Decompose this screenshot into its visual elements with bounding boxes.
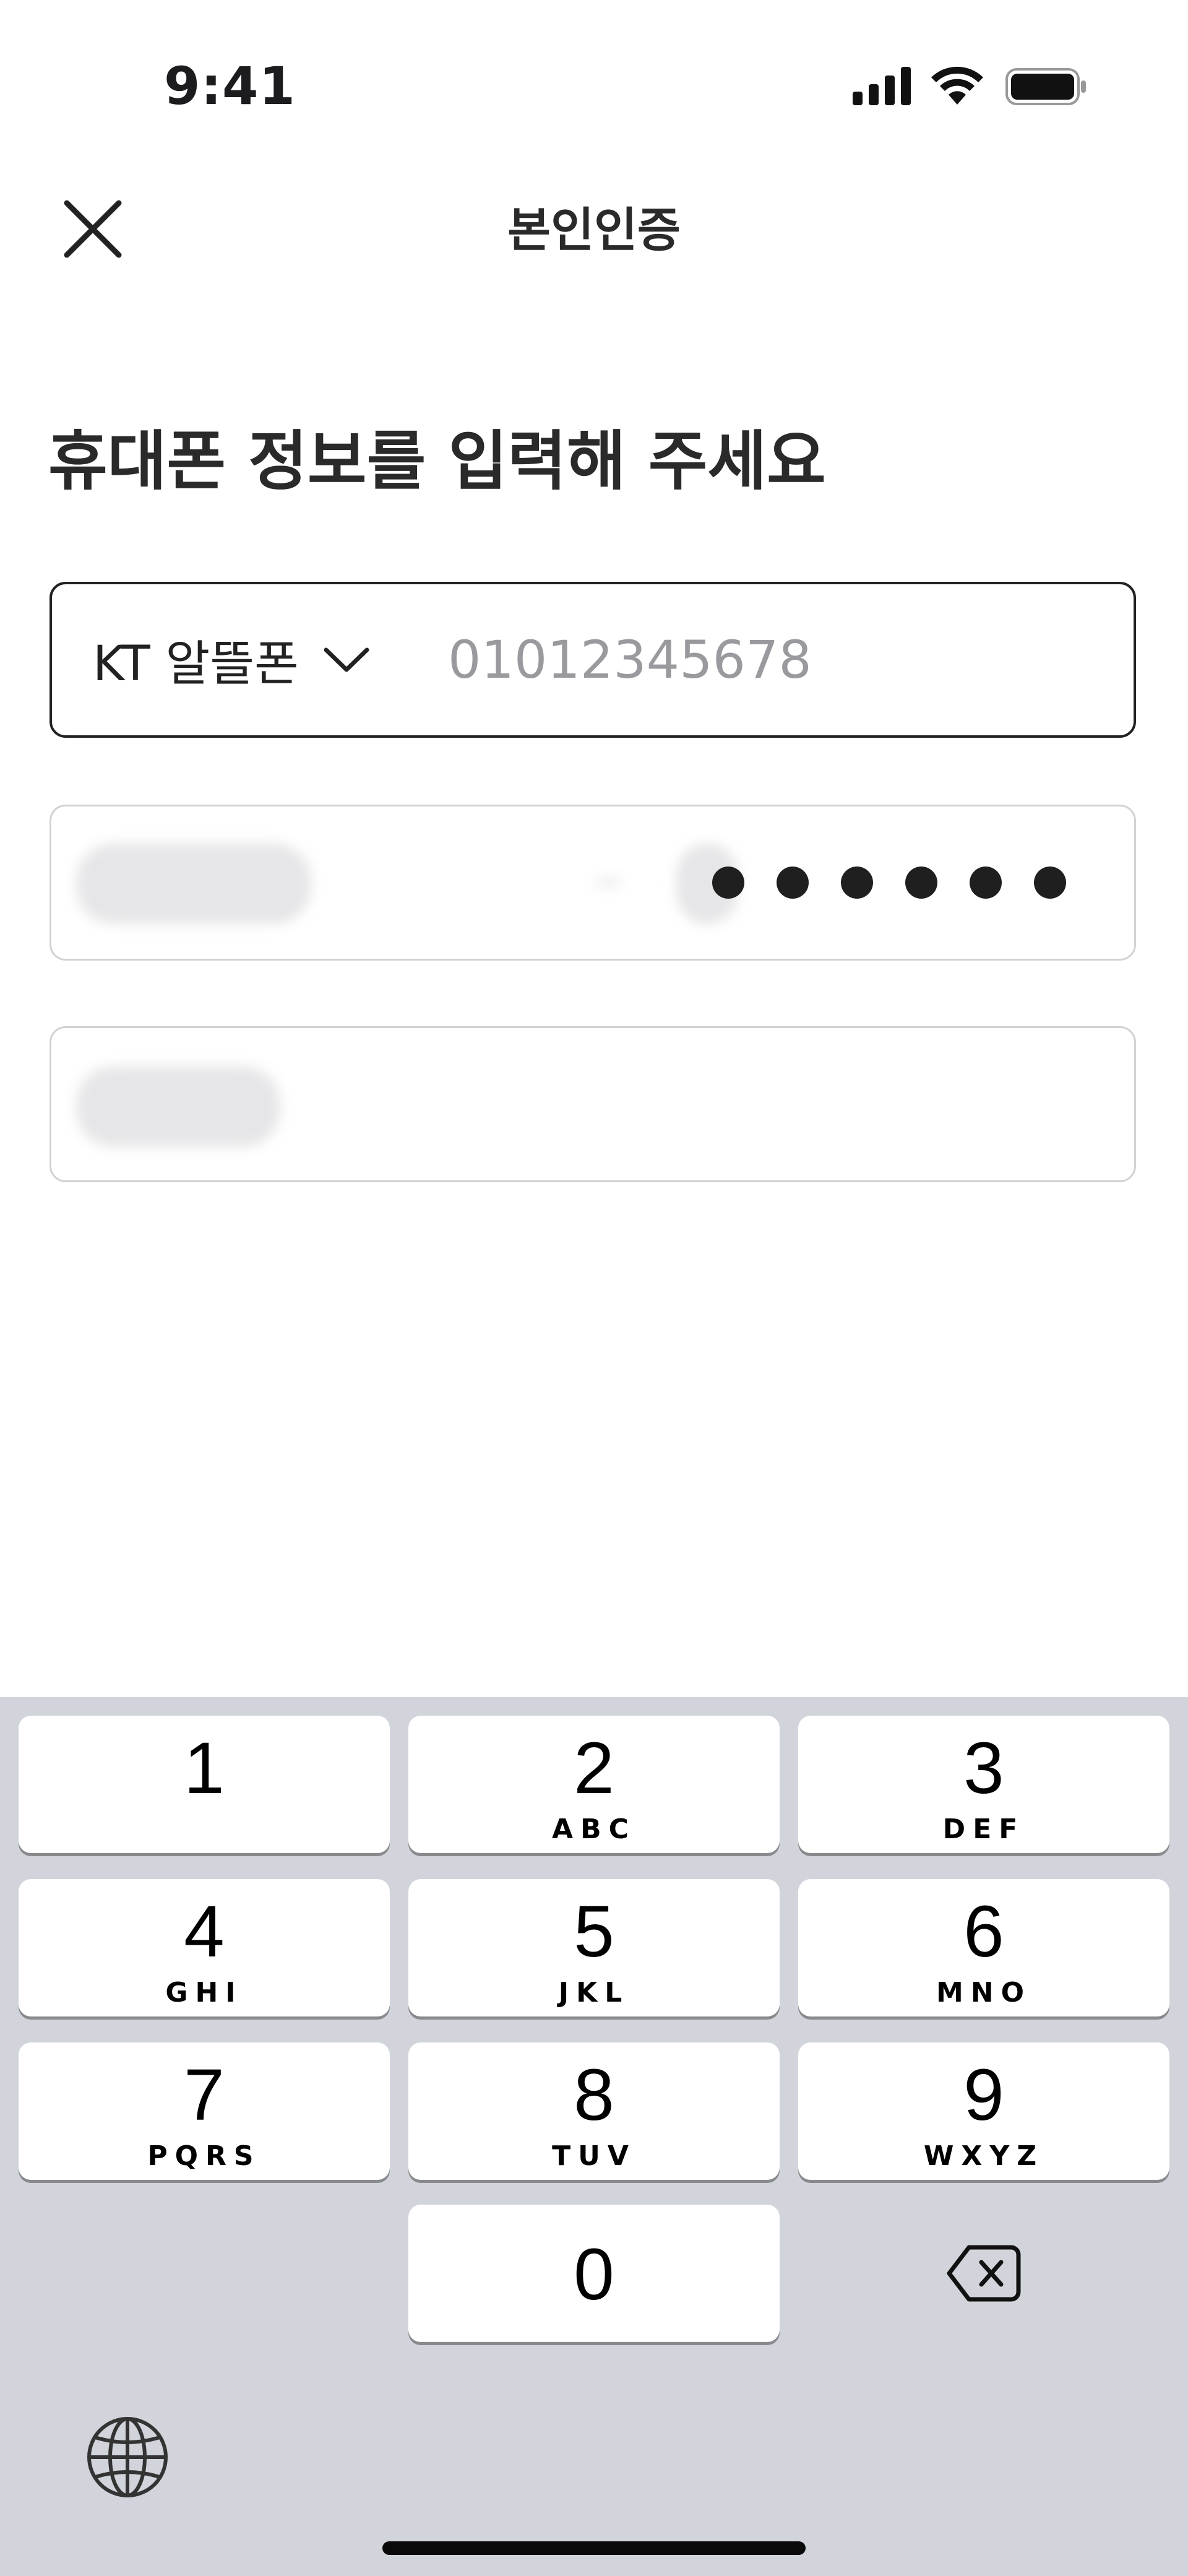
carrier-label: KT 알뜰폰 [93, 636, 299, 692]
globe-icon[interactable] [85, 2415, 170, 2499]
mask-dot [841, 867, 873, 899]
mask-dot [1034, 867, 1066, 899]
key-7[interactable]: 7 PQRS [19, 2042, 390, 2180]
key-number: 7 [184, 2054, 225, 2136]
rrn-separator [596, 878, 621, 886]
key-8[interactable]: 8 TUV [408, 2042, 780, 2180]
key-0[interactable]: 0 [408, 2205, 780, 2342]
delete-key[interactable] [798, 2205, 1169, 2342]
page-title: 휴대폰 정보를 입력해 주세요 [48, 423, 826, 499]
key-letters: PQRS [147, 2140, 261, 2172]
key-letters: WXYZ [923, 2140, 1044, 2172]
key-number: 3 [963, 1727, 1004, 1809]
key-number: 8 [574, 2054, 614, 2136]
header-title: 본인인증 [507, 202, 681, 257]
key-number: 5 [574, 1891, 614, 1973]
key-number: 0 [574, 2234, 614, 2315]
key-letters: TUV [552, 2140, 636, 2172]
rrn-masked-dots [712, 806, 1098, 959]
status-time: 9:41 [164, 56, 296, 116]
key-number: 1 [184, 1727, 225, 1809]
key-5[interactable]: 5 JKL [408, 1879, 780, 2016]
battery-icon [1005, 68, 1086, 105]
key-3[interactable]: 3 DEF [798, 1716, 1169, 1853]
mask-dot [712, 867, 744, 899]
key-number: 4 [184, 1891, 225, 1973]
signal-icon [853, 67, 911, 105]
mask-dot [777, 867, 809, 899]
key-letters: DEF [942, 1813, 1025, 1845]
wifi-icon [931, 66, 983, 105]
key-letters: GHI [165, 1977, 243, 2008]
key-1[interactable]: 1 [19, 1716, 390, 1853]
key-number: 9 [963, 2054, 1004, 2136]
phone-field: KT 알뜰폰 [50, 582, 1136, 738]
phone-number-input[interactable] [448, 584, 1098, 735]
status-bar: 9:41 [0, 0, 1188, 142]
key-6[interactable]: 6 MNO [798, 1879, 1169, 2016]
key-number: 2 [574, 1727, 614, 1809]
key-number: 6 [963, 1891, 1004, 1973]
key-4[interactable]: 4 GHI [19, 1879, 390, 2016]
chevron-down-icon [324, 647, 369, 672]
name-field[interactable] [50, 1026, 1136, 1182]
rrn-field[interactable] [50, 805, 1136, 961]
mask-dot [970, 867, 1002, 899]
key-letters: JKL [558, 1977, 630, 2008]
rrn-front-blurred [76, 844, 311, 924]
key-2[interactable]: 2 ABC [408, 1716, 780, 1853]
home-indicator [382, 2541, 806, 2555]
key-letters: ABC [552, 1813, 636, 1845]
numeric-keyboard: 1 2 ABC 3 DEF 4 GHI 5 JKL 6 MNO 7 PQRS 8… [0, 1697, 1188, 2576]
carrier-select[interactable]: KT 알뜰폰 [93, 584, 369, 735]
key-letters: MNO [936, 1977, 1031, 2008]
mask-dot [905, 867, 937, 899]
key-9[interactable]: 9 WXYZ [798, 2042, 1169, 2180]
delete-icon [947, 2245, 1021, 2302]
nav-header: 본인인증 [0, 161, 1188, 297]
name-blurred [76, 1066, 280, 1147]
